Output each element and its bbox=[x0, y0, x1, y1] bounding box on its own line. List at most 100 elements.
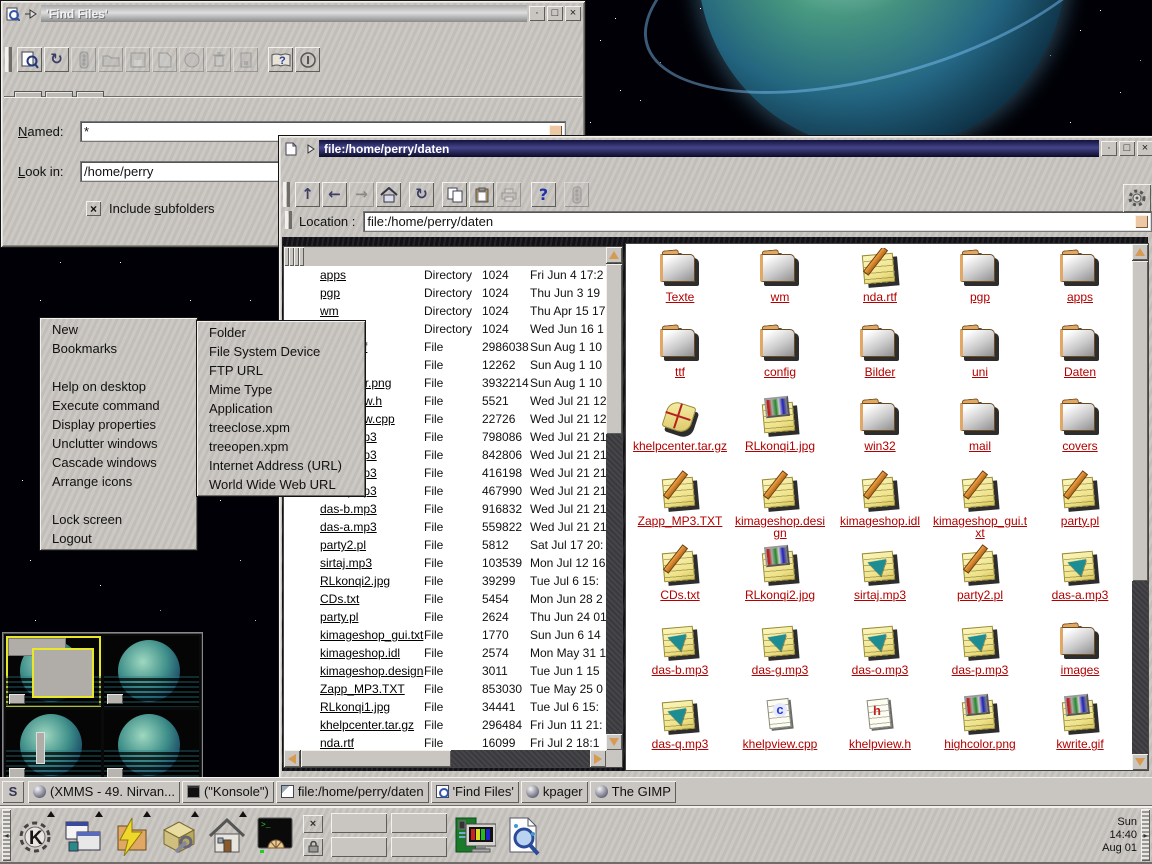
icon-view-item[interactable]: RLkonqi2.jpg bbox=[730, 546, 830, 621]
file-name[interactable]: kimageshop_gui.txt bbox=[320, 628, 424, 642]
toolbar-grip[interactable] bbox=[5, 47, 12, 72]
menu-item[interactable]: ▸ bbox=[42, 491, 195, 510]
task-button[interactable]: file:/home/perry/daten bbox=[276, 781, 429, 803]
open-button[interactable] bbox=[98, 47, 123, 72]
file-label[interactable]: kwrite.gif bbox=[1056, 738, 1103, 750]
menu-item[interactable]: Lock screen ▸ bbox=[42, 510, 195, 529]
logout-button[interactable]: × bbox=[303, 815, 323, 833]
file-label[interactable]: das-a.mp3 bbox=[1052, 589, 1109, 601]
task-button[interactable]: kpager bbox=[521, 781, 588, 803]
file-label[interactable]: das-q.mp3 bbox=[652, 738, 709, 750]
icon-view-item[interactable]: das-b.mp3 bbox=[630, 621, 730, 696]
icon-view-item[interactable]: party2.pl bbox=[930, 546, 1030, 621]
panel-hide-right-handle[interactable]: ▸ bbox=[1141, 809, 1150, 861]
desktop-button[interactable] bbox=[331, 813, 387, 833]
file-label[interactable]: Daten bbox=[1064, 366, 1096, 378]
table-row[interactable]: kimageshop.idl File 2574 Mon May 31 1 bbox=[284, 644, 606, 662]
maximize-button[interactable]: □ bbox=[1119, 141, 1135, 156]
table-row[interactable]: party2.pl File 5812 Sat Jul 17 20: bbox=[284, 536, 606, 554]
konsole-button[interactable]: >_ bbox=[252, 811, 298, 859]
pager-desktop-4[interactable] bbox=[104, 710, 199, 781]
lock-screen-button[interactable] bbox=[303, 838, 323, 856]
scrollbar-thumb[interactable] bbox=[301, 750, 451, 767]
file-label[interactable]: images bbox=[1061, 664, 1100, 676]
icon-view-item[interactable]: covers bbox=[1030, 397, 1130, 472]
file-name[interactable]: pgp bbox=[320, 286, 424, 300]
file-label[interactable]: das-p.mp3 bbox=[952, 664, 1009, 676]
file-label[interactable]: khelpcenter.tar.gz bbox=[633, 440, 727, 452]
utilities-button[interactable] bbox=[156, 811, 202, 859]
menu-item[interactable]: Display properties ▸ bbox=[42, 415, 195, 434]
table-row[interactable]: wm Directory 1024 Thu Apr 15 17 bbox=[284, 302, 606, 320]
icon-view-item[interactable]: kimageshop.idl bbox=[830, 472, 930, 547]
tree-vertical-scrollbar[interactable] bbox=[606, 247, 622, 750]
document-button[interactable] bbox=[152, 47, 177, 72]
menu-item[interactable]: ▸ bbox=[42, 358, 195, 377]
file-name[interactable]: party2.pl bbox=[320, 538, 424, 552]
icon-view-item[interactable]: Zapp_MP3.TXT bbox=[630, 472, 730, 547]
reload-button[interactable]: ↻ bbox=[44, 47, 69, 72]
menu-item[interactable]: Mime Type bbox=[199, 380, 363, 399]
file-label[interactable]: kimageshop_gui.txt bbox=[932, 515, 1028, 539]
show-desktop-button[interactable]: S bbox=[2, 781, 24, 803]
find-files-button[interactable] bbox=[500, 811, 546, 859]
file-label[interactable]: khelpview.h bbox=[849, 738, 911, 750]
paste-button[interactable] bbox=[469, 182, 494, 207]
menu-item[interactable]: Help on desktop ▸ bbox=[42, 377, 195, 396]
toolbar-grip[interactable] bbox=[283, 182, 290, 207]
menu-item[interactable]: World Wide Web URL bbox=[199, 475, 363, 494]
icon-view-item[interactable]: kimageshop.design bbox=[730, 472, 830, 547]
disk-navigator-button[interactable] bbox=[108, 811, 154, 859]
icon-view-item[interactable]: das-g.mp3 bbox=[730, 621, 830, 696]
menu-item[interactable]: Execute command ▸ bbox=[42, 396, 195, 415]
menu-item[interactable]: Folder bbox=[199, 323, 363, 342]
table-row[interactable]: Zapp_MP3.TXT File 853030 Tue May 25 0 bbox=[284, 680, 606, 698]
icon-view-item[interactable]: khelpview.cpp bbox=[730, 695, 830, 770]
save-button[interactable] bbox=[125, 47, 150, 72]
scroll-down-button[interactable] bbox=[1132, 754, 1148, 770]
menu-item[interactable]: treeopen.xpm bbox=[199, 437, 363, 456]
file-label[interactable]: CDs.txt bbox=[660, 589, 699, 601]
copy-button[interactable] bbox=[442, 182, 467, 207]
icon-view-item[interactable]: Texte bbox=[630, 248, 730, 323]
menu-item[interactable]: Bookmarks ▸ bbox=[42, 339, 195, 358]
sticky-pin-icon[interactable] bbox=[23, 6, 39, 21]
file-label[interactable]: Bilder bbox=[865, 366, 896, 378]
table-row[interactable]: das-a.mp3 File 559822 Wed Jul 21 21 bbox=[284, 518, 606, 536]
window-list-button[interactable] bbox=[60, 811, 106, 859]
pager-window-outline[interactable] bbox=[36, 732, 45, 764]
icon-view-item[interactable]: das-o.mp3 bbox=[830, 621, 930, 696]
file-label[interactable]: Texte bbox=[666, 291, 695, 303]
tree-horizontal-scrollbar[interactable] bbox=[284, 750, 606, 767]
desktop-button[interactable] bbox=[331, 837, 387, 857]
table-row[interactable]: kimageshop_gui.txt File 1770 Sun Jun 6 1… bbox=[284, 626, 606, 644]
task-button[interactable]: The GIMP bbox=[590, 781, 676, 803]
table-row[interactable]: sirtaj.mp3 File 103539 Mon Jul 12 16 bbox=[284, 554, 606, 572]
table-row[interactable]: RLkonqi2.jpg File 39299 Tue Jul 6 15: bbox=[284, 572, 606, 590]
file-label[interactable]: ttf bbox=[675, 366, 685, 378]
menu-item[interactable]: Internet Address (URL) bbox=[199, 456, 363, 475]
stop-button[interactable] bbox=[564, 182, 589, 207]
find-files-titlebar[interactable]: 'Find Files' · □ × bbox=[4, 4, 582, 23]
file-name[interactable]: RLkonqi1.jpg bbox=[320, 700, 424, 714]
file-name[interactable]: nda.rtf bbox=[320, 736, 424, 750]
file-label[interactable]: party2.pl bbox=[957, 589, 1003, 601]
tab[interactable] bbox=[76, 91, 104, 97]
back-button[interactable]: ← bbox=[322, 182, 347, 207]
file-label[interactable]: das-o.mp3 bbox=[852, 664, 909, 676]
scrollbar-thumb[interactable] bbox=[1132, 261, 1148, 581]
scroll-right-button[interactable] bbox=[590, 750, 606, 767]
stop-button[interactable] bbox=[71, 47, 96, 72]
file-label[interactable]: das-g.mp3 bbox=[752, 664, 809, 676]
icon-view-item[interactable]: uni bbox=[930, 323, 1030, 398]
icon-view-item[interactable]: CDs.txt bbox=[630, 546, 730, 621]
icon-view-item[interactable]: party.pl bbox=[1030, 472, 1130, 547]
up-button[interactable]: ↑ bbox=[295, 182, 320, 207]
file-label[interactable]: kimageshop.design bbox=[732, 515, 828, 539]
file-label[interactable]: nda.rtf bbox=[863, 291, 897, 303]
icon-view-item[interactable]: RLkonqi1.jpg bbox=[730, 397, 830, 472]
table-row[interactable]: kimageshop.design File 3011 Tue Jun 1 15 bbox=[284, 662, 606, 680]
icon-view-item[interactable]: config bbox=[730, 323, 830, 398]
pager-desktop-1[interactable] bbox=[6, 636, 101, 707]
table-row[interactable]: khelpcenter.tar.gz File 296484 Fri Jun 1… bbox=[284, 716, 606, 734]
